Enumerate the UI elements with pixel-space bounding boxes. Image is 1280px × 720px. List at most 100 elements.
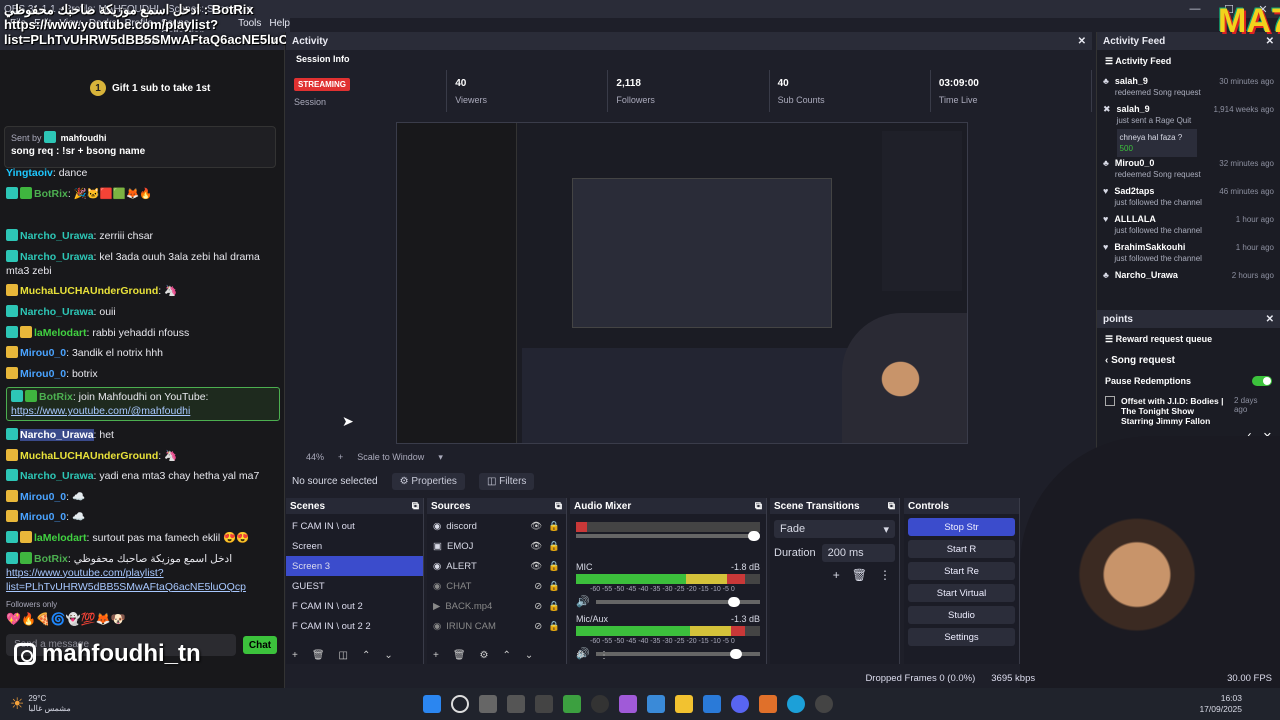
duration-input[interactable]: 200 ms — [821, 544, 895, 562]
pinned-message[interactable]: Sent by mahfoudhi song req : !sr + bsong… — [4, 126, 276, 168]
chat-username[interactable]: Narcho_Urawa — [20, 306, 94, 318]
minimize-icon[interactable]: — — [1178, 0, 1212, 18]
source-item[interactable]: ◉ discord 👁 🔒 — [427, 516, 566, 536]
dock-close-icon[interactable]: ✕ — [1078, 36, 1086, 47]
source-item[interactable]: ▶ BACK.mp4 ⊘ 🔒 — [427, 596, 566, 616]
menu-icon[interactable]: ☰ — [1105, 334, 1116, 344]
chat-username[interactable]: laMelodart — [34, 532, 87, 544]
source-item[interactable]: ◉ CHAT ⊘ 🔒 — [427, 576, 566, 596]
trash-icon[interactable]: 🗑 — [453, 650, 466, 661]
settings-button[interactable]: Settings — [908, 628, 1015, 646]
add-icon[interactable]: + — [833, 568, 840, 582]
folder-icon[interactable] — [675, 695, 693, 713]
trash-icon[interactable]: 🗑 — [852, 568, 867, 582]
stop-streaming-button[interactable]: Stop Str — [908, 518, 1015, 536]
scale-mode[interactable]: Scale to Window — [357, 452, 424, 466]
eye-icon[interactable]: 👁 — [530, 521, 542, 532]
chat-username[interactable]: BotRix — [39, 391, 73, 403]
scene-item[interactable]: F CAM IN \ out 2 2 — [286, 616, 423, 636]
chat-username[interactable]: Narcho_Urawa — [20, 230, 94, 242]
dock-menu-icon[interactable]: ⧉ — [555, 501, 562, 512]
eye-hidden-icon[interactable]: ⊘ — [534, 581, 542, 592]
gift-banner[interactable]: 1 Gift 1 sub to take 1st — [90, 80, 210, 96]
feed-item[interactable]: ♣ Mirou0_0 redeemed Song request 32 minutes… — [1097, 155, 1280, 183]
discord-icon[interactable] — [731, 695, 749, 713]
widgets-icon[interactable] — [507, 695, 525, 713]
speaker-icon[interactable]: 🔊 — [576, 595, 590, 608]
chevron-up-icon[interactable]: ⌃ — [362, 650, 370, 661]
dock-close-icon[interactable]: ✕ — [1266, 314, 1274, 325]
zoom-level[interactable]: 44% — [306, 452, 324, 466]
advanced-audio-icon[interactable]: ⚙ — [576, 650, 585, 661]
volume-slider[interactable] — [595, 596, 760, 607]
clock[interactable]: 16:03 17/09/2025 — [1199, 693, 1280, 715]
eye-hidden-icon[interactable]: ⊘ — [534, 601, 542, 612]
chevron-down-icon[interactable]: ▾ — [438, 452, 443, 466]
chat-username[interactable]: Mirou0_0 — [20, 511, 66, 523]
playlist-link-2[interactable]: list=PLhTvUHRW5dBB5SMwAFtaQ6acNE5luOQcp — [6, 581, 246, 593]
task-view-icon[interactable] — [479, 695, 497, 713]
lock-icon[interactable]: 🔒 — [548, 601, 560, 612]
chat-username[interactable]: BotRix — [34, 553, 68, 565]
chat-send-button[interactable]: Chat — [243, 636, 277, 654]
source-item[interactable]: ▣ EMOJ 👁 🔒 — [427, 536, 566, 556]
eye-icon[interactable]: 👁 — [530, 561, 542, 572]
program-preview[interactable] — [396, 122, 968, 444]
chat-username[interactable]: BotRix — [34, 188, 68, 200]
volume-slider[interactable] — [576, 531, 760, 541]
filter-icon[interactable]: ◫ — [339, 650, 348, 661]
kebab-menu-icon[interactable]: ⋮ — [599, 650, 609, 661]
chat-username[interactable]: Narcho_Urawa — [20, 251, 94, 263]
lock-icon[interactable]: 🔒 — [548, 541, 560, 552]
dock-menu-icon[interactable]: ⧉ — [755, 501, 762, 512]
transition-select[interactable]: Fade ▾ — [774, 520, 895, 538]
scene-item[interactable]: GUEST — [286, 576, 423, 596]
start-replay-button[interactable]: Start Re — [908, 562, 1015, 580]
source-item[interactable]: ◉ ALERT 👁 🔒 — [427, 556, 566, 576]
search-icon[interactable] — [451, 695, 469, 713]
eye-hidden-icon[interactable]: ⊘ — [534, 621, 542, 632]
add-icon[interactable]: + — [433, 650, 439, 661]
app-icon[interactable] — [535, 695, 553, 713]
chat-username[interactable]: MuchaLUCHAUnderGround — [20, 450, 158, 462]
dock-menu-icon[interactable]: ⧉ — [412, 501, 419, 512]
kebab-menu-icon[interactable]: ⋮ — [879, 568, 891, 582]
chat-username[interactable]: Narcho_Urawa — [20, 428, 94, 441]
chat-username[interactable]: Yingtaoiv — [6, 167, 53, 179]
chevron-down-icon[interactable]: ⌄ — [384, 650, 392, 661]
feed-item[interactable]: ♣ Narcho_Urawa 2 hours ago — [1097, 267, 1280, 285]
feed-item[interactable]: ♥ Sad2taps just followed the channel 46 min… — [1097, 183, 1280, 211]
studio-mode-button[interactable]: Studio — [908, 606, 1015, 624]
zoom-in-icon[interactable]: + — [338, 452, 343, 466]
lock-icon[interactable]: 🔒 — [548, 581, 560, 592]
source-item[interactable]: ◉ IRIUN CAM ⊘ 🔒 — [427, 616, 566, 636]
feed-item[interactable]: ♥ ALLLALA just followed the channel 1 hour … — [1097, 211, 1280, 239]
feed-item[interactable]: ✖ salah_9 just sent a Rage Quit chneya hal … — [1097, 101, 1280, 157]
app-icon[interactable] — [703, 695, 721, 713]
request-checkbox[interactable] — [1105, 396, 1115, 406]
start-recording-button[interactable]: Start R — [908, 540, 1015, 558]
start-virtual-camera-button[interactable]: Start Virtual — [908, 584, 1015, 602]
song-request-nav[interactable]: ‹ Song request — [1097, 351, 1280, 370]
edge-icon[interactable] — [787, 695, 805, 713]
scene-item[interactable]: F CAM IN \ out — [286, 516, 423, 536]
app-icon[interactable] — [563, 695, 581, 713]
chat-username[interactable]: laMelodart — [34, 327, 87, 339]
filters-button[interactable]: ◫ Filters — [478, 472, 535, 490]
feed-item[interactable]: ♣ salah_9 redeemed Song request 30 minutes … — [1097, 73, 1280, 101]
chat-username[interactable]: MuchaLUCHAUnderGround — [20, 285, 158, 297]
menu-icon[interactable]: ☰ — [1105, 56, 1115, 66]
chevron-down-icon[interactable]: ⌄ — [525, 650, 533, 661]
app-icon[interactable] — [647, 695, 665, 713]
youtube-link[interactable]: https://www.youtube.com/@mahfoudhi — [11, 405, 190, 417]
scene-item-selected[interactable]: Screen 3 — [286, 556, 423, 576]
obs-icon[interactable] — [591, 695, 609, 713]
app-icon[interactable] — [815, 695, 833, 713]
chat-username[interactable]: Narcho_Urawa — [20, 470, 94, 482]
chat-username[interactable]: Mirou0_0 — [20, 368, 66, 380]
weather-widget[interactable]: ☀ 29°C مشمس غالبا — [0, 694, 200, 714]
emote-bar-icon[interactable]: 💖🔥🍕🌀👻💯🦊🐶 — [6, 612, 126, 626]
properties-button[interactable]: ⚙ Properties — [391, 472, 465, 490]
app-icon[interactable] — [619, 695, 637, 713]
scene-item[interactable]: Screen — [286, 536, 423, 556]
